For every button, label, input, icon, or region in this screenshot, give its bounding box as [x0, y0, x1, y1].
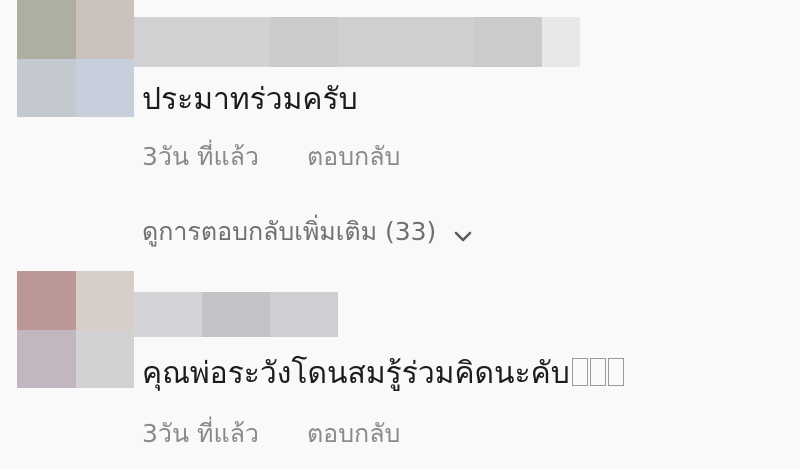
blur-block	[202, 292, 270, 337]
avatar[interactable]	[17, 271, 134, 388]
avatar[interactable]	[17, 0, 134, 117]
avatar-pixel	[17, 329, 76, 388]
blur-block	[338, 17, 406, 67]
emoji-placeholder	[570, 356, 624, 391]
blur-block	[474, 17, 542, 67]
comment-text-content: คุณพ่อระวังโดนสมรู้ร่วมคิดนะคับ	[142, 356, 570, 391]
comment-time[interactable]: 3วัน ที่แล้ว	[142, 419, 259, 448]
blur-block	[134, 292, 202, 337]
chevron-down-icon	[454, 220, 472, 249]
avatar-pixel	[75, 271, 134, 330]
commenter-name-blurred[interactable]	[134, 292, 338, 337]
blur-block	[542, 17, 580, 67]
blur-block	[202, 17, 270, 67]
reply-button[interactable]: ตอบกลับ	[307, 142, 400, 171]
blur-block	[270, 17, 338, 67]
comment-meta: 3วัน ที่แล้ว ตอบกลับ	[142, 137, 400, 177]
avatar-pixel	[75, 329, 134, 388]
avatar-pixel	[75, 0, 134, 59]
commenter-name-blurred[interactable]	[134, 17, 580, 67]
avatar-pixel	[75, 58, 134, 117]
blur-block	[134, 17, 202, 67]
avatar-pixel	[17, 271, 76, 330]
view-more-replies-label: ดูการตอบกลับเพิ่มเติม (33)	[142, 217, 437, 246]
reply-button[interactable]: ตอบกลับ	[307, 419, 400, 448]
blur-block	[270, 292, 338, 337]
comment-time[interactable]: 3วัน ที่แล้ว	[142, 142, 259, 171]
avatar-pixel	[17, 58, 76, 117]
comment-meta: 3วัน ที่แล้ว ตอบกลับ	[142, 414, 400, 454]
avatar-pixel	[17, 0, 76, 59]
view-more-replies-button[interactable]: ดูการตอบกลับเพิ่มเติม (33)	[142, 212, 472, 252]
blur-block	[406, 17, 474, 67]
comment-text: คุณพ่อระวังโดนสมรู้ร่วมคิดนะคับ	[142, 350, 624, 397]
comment-text: ประมาทร่วมครับ	[142, 82, 358, 117]
